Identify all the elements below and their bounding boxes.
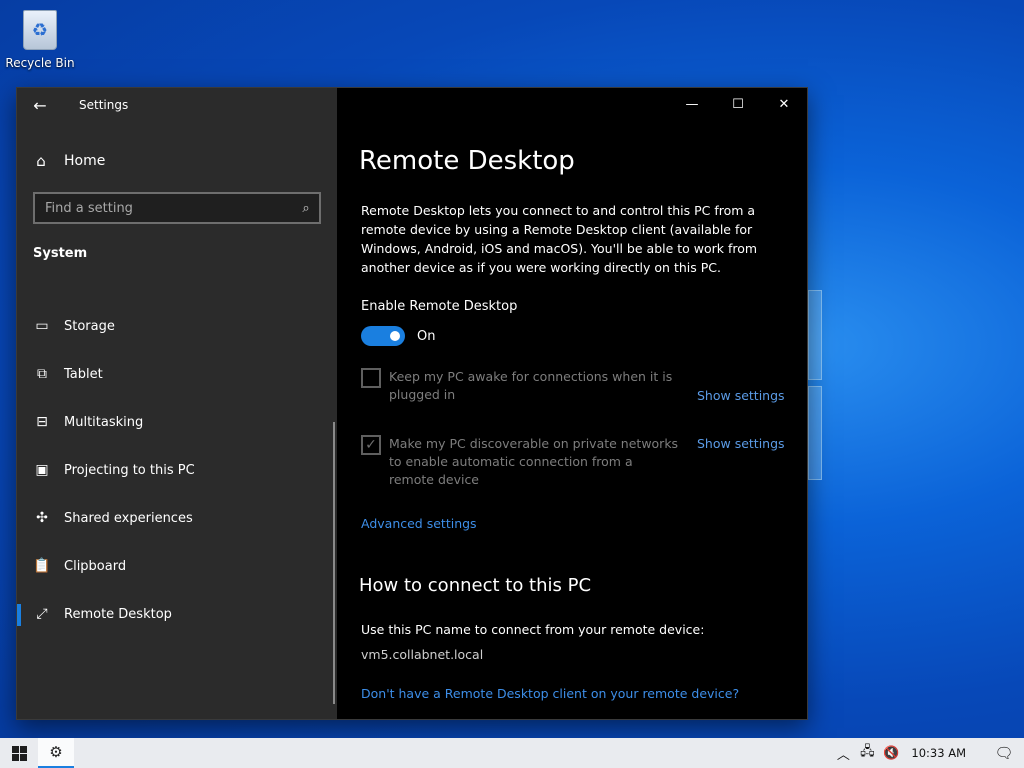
back-arrow-icon: ← (33, 95, 47, 115)
gear-icon: ⚙ (49, 743, 63, 761)
enable-remote-desktop-label: Enable Remote Desktop (361, 299, 518, 314)
sidebar-item-label: Storage (64, 318, 115, 334)
storage-icon: ▭ (35, 318, 49, 334)
recycle-bin-shortcut[interactable]: ♻ Recycle Bin (4, 6, 76, 76)
get-client-link[interactable]: Don't have a Remote Desktop client on yo… (361, 686, 739, 701)
sidebar-item-remote-desktop[interactable]: ⤢ Remote Desktop (17, 590, 333, 638)
recycle-icon: ♻ (23, 10, 57, 50)
search-icon[interactable]: ⌕ (293, 201, 319, 216)
use-pc-name-text: Use this PC name to connect from your re… (361, 622, 705, 637)
sidebar-scrollbar[interactable] (333, 422, 335, 704)
sidebar-item-storage[interactable]: ▭ Storage (17, 302, 333, 350)
section-label-system: System (33, 246, 88, 261)
app-title: Settings (79, 98, 129, 112)
back-button[interactable]: ← (17, 88, 63, 122)
discoverable-show-settings-link[interactable]: Show settings (697, 436, 785, 451)
search-input[interactable]: Find a setting (35, 201, 293, 216)
enable-remote-desktop-toggle-row: On (361, 326, 435, 346)
advanced-settings-link[interactable]: Advanced settings (361, 516, 477, 531)
remote-desktop-icon: ⤢ (36, 606, 48, 622)
taskbar-settings-app[interactable]: ⚙ (38, 738, 74, 768)
discoverable-checkbox[interactable]: ✓ (361, 435, 381, 455)
shared-experiences-icon: ✣ (36, 510, 48, 526)
title-bar: ← Settings (17, 88, 337, 122)
sidebar: ← Settings ⌂ Home Find a setting ⌕ Syste… (17, 88, 337, 719)
window-controls: — ☐ ✕ (669, 88, 807, 120)
sidebar-item-label: Projecting to this PC (64, 462, 195, 478)
sidebar-item-label: Clipboard (64, 558, 127, 574)
page-description: Remote Desktop lets you connect to and c… (361, 203, 758, 275)
keep-awake-checkbox[interactable] (361, 368, 381, 388)
network-icon[interactable]: 🖧 (855, 742, 879, 764)
multitasking-icon: ⊟ (36, 414, 48, 430)
volume-muted-icon[interactable]: 🔇 (879, 746, 903, 761)
content-pane: — ☐ ✕ Remote Desktop Remote Desktop lets… (337, 88, 807, 719)
tablet-icon: ⧉ (37, 366, 47, 382)
recycle-bin-label: Recycle Bin (5, 56, 75, 70)
sidebar-item-shared-experiences[interactable]: ✣ Shared experiences (17, 494, 333, 542)
discoverable-row: ✓ Make my PC discoverable on private net… (361, 435, 679, 489)
sidebar-item-tablet[interactable]: ⧉ Tablet (17, 350, 333, 398)
desktop-logo-pane-bottom (808, 386, 822, 480)
pc-name-value: vm5.collabnet.local (361, 647, 484, 662)
start-button[interactable] (0, 738, 38, 768)
keep-awake-label: Keep my PC awake for connections when it… (389, 369, 673, 402)
clock[interactable]: 10:33 AM (911, 746, 966, 760)
sidebar-item-clipboard[interactable]: 📋 Clipboard (17, 542, 333, 590)
close-icon: ✕ (778, 96, 790, 112)
toggle-state-label: On (417, 328, 436, 344)
minimize-icon: — (685, 96, 699, 112)
taskbar: ⚙ ︿ 🖧 🔇 10:33 AM 🗨 (0, 738, 1024, 768)
settings-window: ← Settings ⌂ Home Find a setting ⌕ Syste… (16, 87, 808, 720)
toggle-knob (390, 331, 400, 341)
show-hidden-icons-chevron-icon[interactable]: ︿ (831, 744, 855, 763)
keep-awake-show-settings-link[interactable]: Show settings (697, 388, 785, 403)
keep-awake-row: Keep my PC awake for connections when it… (361, 368, 679, 404)
sidebar-item-projecting[interactable]: ▣ Projecting to this PC (17, 446, 333, 494)
sidebar-nav: ▭ Storage ⧉ Tablet ⊟ Multitasking ▣ Proj… (17, 302, 333, 638)
notification-center-icon[interactable]: 🗨 (984, 744, 1024, 762)
search-box[interactable]: Find a setting ⌕ (33, 192, 321, 224)
maximize-button[interactable]: ☐ (715, 88, 761, 120)
minimize-button[interactable]: — (669, 88, 715, 120)
close-button[interactable]: ✕ (761, 88, 807, 120)
clipboard-icon: 📋 (33, 558, 51, 574)
sidebar-item-home[interactable]: ⌂ Home (33, 148, 105, 174)
enable-remote-desktop-toggle[interactable] (361, 326, 405, 346)
discoverable-label: Make my PC discoverable on private netwo… (389, 436, 679, 487)
sidebar-item-multitasking[interactable]: ⊟ Multitasking (17, 398, 333, 446)
maximize-icon: ☐ (732, 96, 744, 112)
sidebar-item-label: Shared experiences (64, 510, 193, 526)
how-to-connect-heading: How to connect to this PC (359, 575, 592, 596)
home-icon: ⌂ (36, 152, 46, 170)
home-label: Home (64, 153, 106, 169)
desktop-logo-pane-top (808, 290, 822, 380)
projecting-icon: ▣ (35, 462, 49, 478)
windows-logo-icon (11, 745, 27, 761)
page-title: Remote Desktop (359, 146, 575, 176)
checkmark-icon: ✓ (365, 437, 377, 453)
sidebar-item-label: Remote Desktop (64, 606, 172, 622)
sidebar-item-label: Tablet (64, 366, 103, 382)
system-tray: ︿ 🖧 🔇 10:33 AM 🗨 (831, 738, 1024, 768)
sidebar-item-label: Multitasking (64, 414, 144, 430)
